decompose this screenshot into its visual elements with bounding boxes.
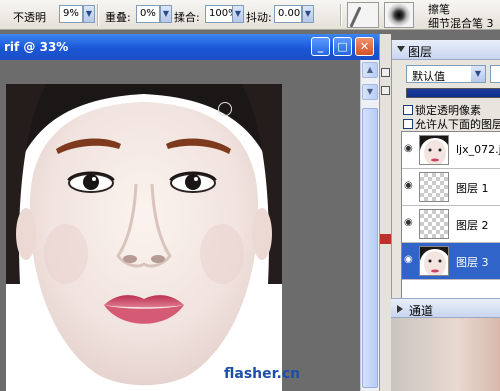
jitter-field[interactable]: 0.00: [274, 5, 302, 23]
scroll-down-icon[interactable]: ▼: [362, 84, 378, 100]
scroll-thumb[interactable]: [362, 108, 378, 388]
kneading-label: 揉合:: [174, 11, 200, 24]
opacity-field[interactable]: 9%: [59, 5, 83, 23]
checkbox-icon[interactable]: [403, 105, 413, 115]
layer-row-image[interactable]: ◉ ljx_072.jp: [402, 132, 500, 169]
layer-name: 图层 1: [456, 182, 489, 195]
eye-icon[interactable]: ◉: [404, 181, 416, 191]
layer-thumbnail: [419, 135, 449, 165]
brush-cursor-icon: [218, 102, 232, 116]
brush-dab-preview[interactable]: [384, 2, 414, 28]
layer-name: 图层 2: [456, 219, 489, 232]
preserve-transparency-checkbox[interactable]: 锁定透明像素: [403, 102, 481, 117]
composite-method-select[interactable]: 默认值 ▼: [406, 65, 486, 83]
layer-thumbnail: [419, 172, 449, 202]
layer-row-2[interactable]: ◉ 图层 2: [402, 206, 500, 243]
vertical-scrollbar[interactable]: ▲ ▼: [360, 60, 379, 391]
channels-palette-title: 通道: [409, 304, 434, 318]
brush-category-selector[interactable]: [347, 2, 379, 28]
face-thumbnail-icon: [420, 247, 448, 275]
palette-toggle-icon[interactable]: [381, 68, 390, 77]
face-illustration: [6, 84, 282, 386]
palette-side-strip: [379, 34, 391, 391]
layer-thumbnail: [419, 246, 449, 276]
jitter-label: 抖动:: [246, 11, 272, 24]
chevron-down-icon[interactable]: ▼: [471, 66, 485, 82]
maximize-button[interactable]: □: [333, 37, 352, 56]
layer-name: ljx_072.jp: [456, 143, 500, 156]
face-thumbnail-icon: [420, 136, 448, 164]
layer-list: ◉ ljx_072.jp ◉ 图层 1 ◉ 图层 2 ◉: [401, 131, 500, 311]
toolbar-separator: [97, 4, 99, 26]
document-titlebar[interactable]: rif @ 33% _ □ ✕: [0, 34, 379, 60]
brush-options-toolbar: 不透明 9% ▼ 重叠: 0% ▼ 揉合: 100% ▼ 抖动: 0.00 ▼ …: [0, 0, 500, 30]
layers-palette-header[interactable]: 图层: [392, 40, 500, 60]
layers-palette: 图层 默认值 ▼ 锁定透明像素 允许从下面的图层 ◉ ljx_072.jp: [391, 40, 500, 333]
kneading-dropdown-icon[interactable]: ▼: [232, 5, 244, 23]
close-button[interactable]: ✕: [355, 37, 374, 56]
checkbox-icon[interactable]: [403, 119, 413, 129]
pick-up-underlying-checkbox[interactable]: 允许从下面的图层: [403, 116, 500, 131]
layers-palette-title: 图层: [408, 45, 433, 59]
layer-row-3-selected[interactable]: ◉ 图层 3: [402, 243, 500, 280]
brush-variant[interactable]: 细节混合笔 3: [428, 15, 494, 31]
opacity-dropdown-icon[interactable]: ▼: [83, 5, 95, 23]
watermark: flasher.cn: [224, 366, 301, 382]
overlap-dropdown-icon[interactable]: ▼: [160, 5, 172, 23]
composite-method-value: 默认值: [412, 70, 445, 83]
brush-stroke-icon: [349, 6, 362, 28]
layer-thumbnail: [419, 209, 449, 239]
layer-opacity-slider[interactable]: [406, 88, 500, 98]
eye-icon[interactable]: ◉: [404, 255, 416, 265]
eye-icon[interactable]: ◉: [404, 218, 416, 228]
overlap-label: 重叠:: [105, 11, 131, 24]
layer-opacity-field[interactable]: [490, 65, 500, 83]
opacity-label: 不透明: [13, 11, 46, 24]
expand-triangle-icon[interactable]: [397, 305, 403, 313]
painting-image[interactable]: [6, 84, 282, 391]
minimize-button[interactable]: _: [311, 37, 330, 56]
overlap-field[interactable]: 0%: [136, 5, 160, 23]
color-indicator: [380, 234, 391, 244]
layer-name: 图层 3: [456, 256, 489, 269]
eye-icon[interactable]: ◉: [404, 144, 416, 154]
toolbar-separator: [340, 4, 342, 26]
collapse-triangle-icon[interactable]: [397, 46, 405, 52]
jitter-dropdown-icon[interactable]: ▼: [302, 5, 314, 23]
palette-toggle-icon[interactable]: [381, 86, 390, 95]
layer-row-1[interactable]: ◉ 图层 1: [402, 169, 500, 206]
channels-palette-header[interactable]: 通道: [391, 298, 500, 318]
scroll-up-icon[interactable]: ▲: [362, 62, 378, 78]
document-title: rif @ 33%: [4, 40, 69, 54]
background-image-fragment: [391, 318, 500, 391]
pick-up-underlying-label: 允许从下面的图层: [415, 118, 500, 131]
